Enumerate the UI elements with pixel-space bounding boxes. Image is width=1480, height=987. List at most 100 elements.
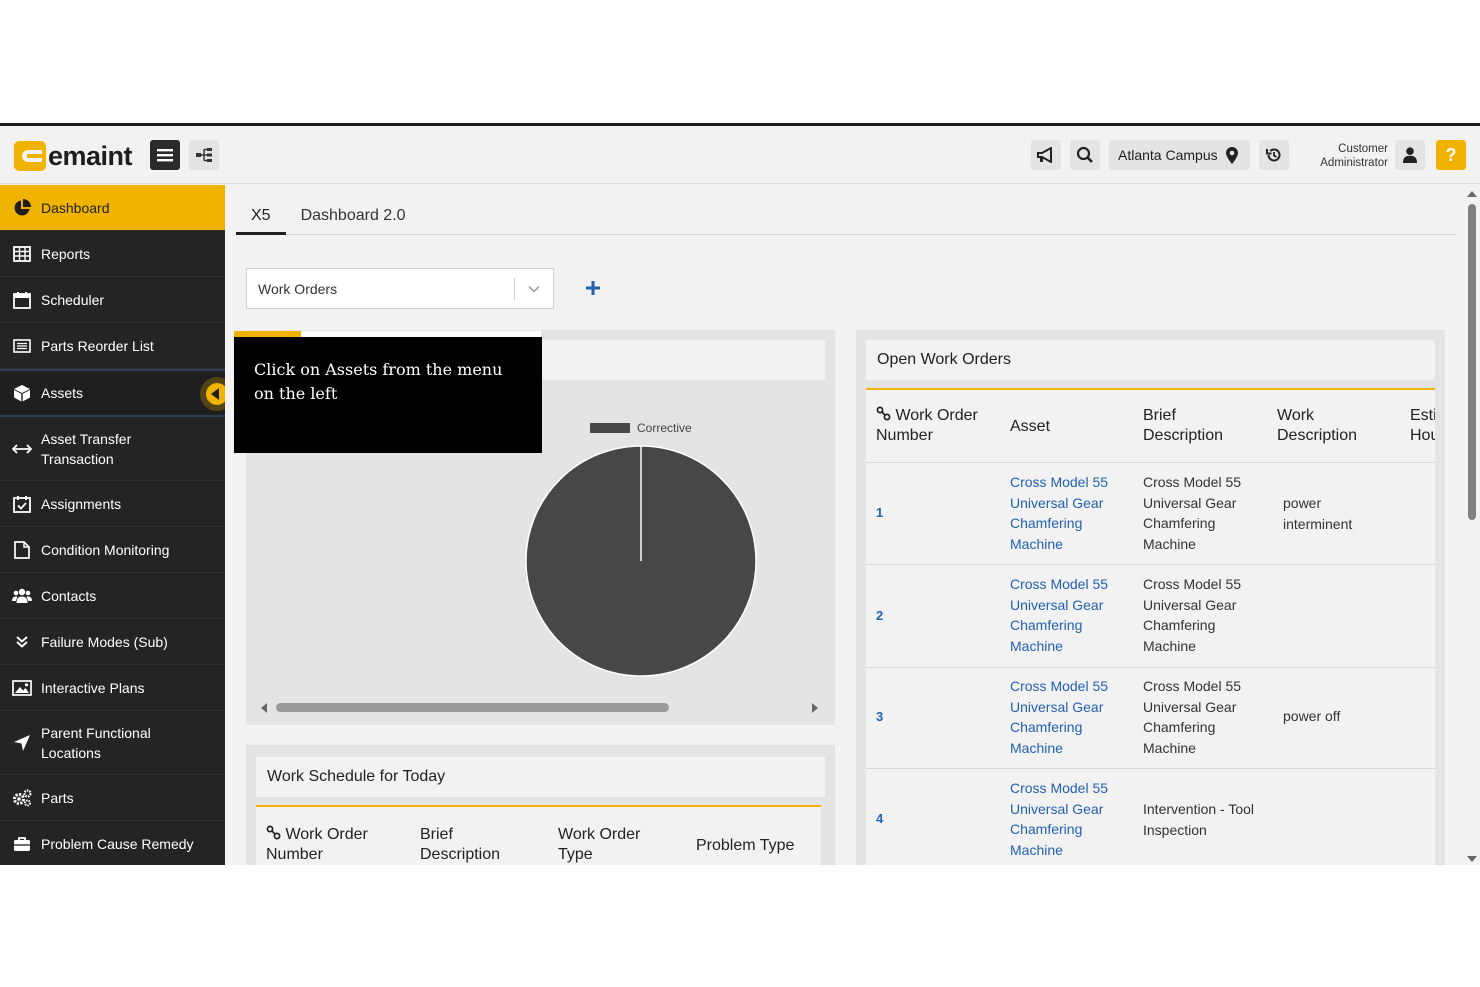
column-header-estimated-hours[interactable]: Esti Hou [1410,406,1435,446]
sidebar-item-label: Condition Monitoring [41,541,170,558]
sidebar-item-failure-modes[interactable]: Failure Modes (Sub) [0,619,225,665]
transfer-arrows-icon [12,439,32,459]
work-schedule-widget: Work Schedule for Today Work Order Numbe… [246,745,835,865]
campus-selector[interactable]: Atlanta Campus [1109,140,1250,170]
users-icon [12,586,32,606]
sidebar-item-label: Dashboard [41,199,110,216]
history-button[interactable] [1259,140,1289,170]
sidebar-item-parts-reorder-list[interactable]: Parts Reorder List [0,323,225,369]
help-button[interactable]: ? [1436,140,1466,170]
sidebar-item-assets[interactable]: Assets [0,369,228,417]
column-header-brief-description[interactable]: Brief Description [420,825,530,865]
sidebar: Dashboard Reports Scheduler Parts Reorde… [0,185,228,865]
user-role: Customer Administrator [1296,142,1388,170]
scroll-left-arrow-icon[interactable] [260,703,268,713]
asset-link[interactable]: Cross Model 55 Universal Gear Chamfering… [1010,676,1122,758]
sidebar-item-reports[interactable]: Reports [0,231,225,277]
table-row[interactable]: 2 Cross Model 55 Universal Gear Chamferi… [866,565,1435,668]
sidebar-item-asset-transfer-transaction[interactable]: Asset Transfer Transaction [0,417,225,481]
column-header-asset[interactable]: Asset [1010,417,1110,437]
sidebar-item-parts[interactable]: Parts [0,775,225,821]
work-order-number-link[interactable]: 3 [876,707,883,728]
table-row[interactable]: 3 Cross Model 55 Universal Gear Chamferi… [866,668,1435,769]
plus-icon [586,281,600,295]
sidebar-item-parent-functional-locations[interactable]: Parent Functional Locations [0,711,225,775]
sidebar-item-interactive-plans[interactable]: Interactive Plans [0,665,225,711]
emaint-logo[interactable]: emaint [14,140,133,172]
tab-dashboard-2[interactable]: Dashboard 2.0 [286,203,421,234]
work-order-number-link[interactable]: 2 [876,606,883,627]
sidebar-item-contacts[interactable]: Contacts [0,573,225,619]
tab-x5[interactable]: X5 [236,203,286,235]
chart-horizontal-scrollbar[interactable] [256,700,825,714]
sidebar-item-label: Assets [41,385,84,401]
search-button[interactable] [1070,140,1100,170]
column-header-label: Work Order Number [266,826,368,863]
sidebar-item-condition-monitoring[interactable]: Condition Monitoring [0,527,225,573]
hierarchy-button[interactable] [189,140,219,170]
column-header-label: Work Order Number [876,407,978,444]
column-header-work-description[interactable]: Work Description [1277,406,1377,446]
list-icon [12,336,32,356]
work-order-number-link[interactable]: 4 [876,809,883,830]
sidebar-item-problem-cause-remedy[interactable]: Problem Cause Remedy [0,821,225,865]
open-work-orders-table: Work Order Number Asset Brief Descriptio… [866,388,1435,865]
sidebar-item-assignments[interactable]: Assignments [0,481,225,527]
asset-link[interactable]: Cross Model 55 Universal Gear Chamfering… [1010,574,1122,656]
brief-description: Cross Model 55 Universal Gear Chamfering… [1143,678,1242,756]
column-header-work-order-number[interactable]: Work Order Number [266,825,406,865]
dashboard-tabs: X5 Dashboard 2.0 [236,203,1456,235]
widget-select[interactable]: Work Orders [246,268,554,309]
column-header-problem-type[interactable]: Problem Type [696,836,816,856]
brief-description: Cross Model 55 Universal Gear Chamfering… [1143,576,1242,654]
work-order-number-link[interactable]: 1 [876,503,883,524]
column-header-work-order-number[interactable]: Work Order Number [876,406,1001,446]
calendar-icon [12,290,32,310]
open-work-orders-widget: Open Work Orders Work Order Number Asset… [856,330,1445,865]
menu-toggle-button[interactable] [150,140,180,170]
page-vertical-scrollbar[interactable] [1465,185,1480,865]
map-pin-icon [1225,146,1238,164]
add-widget-button[interactable] [582,277,604,299]
sitemap-icon [196,148,212,162]
table-header-row: Work Order Number Asset Brief Descriptio… [866,390,1435,463]
calendar-check-icon [12,494,32,514]
scroll-up-arrow-icon[interactable] [1467,190,1477,198]
sidebar-item-label: Problem Cause Remedy [41,835,194,852]
work-schedule-title: Work Schedule for Today [256,757,825,797]
user-profile-button[interactable] [1395,140,1425,170]
logo-mark-icon [14,141,46,171]
help-icon: ? [1445,144,1457,165]
briefcase-icon [12,834,32,854]
asset-link[interactable]: Cross Model 55 Universal Gear Chamfering… [1010,778,1122,860]
sidebar-item-label: Parent Functional Locations [41,724,151,761]
work-schedule-table: Work Order Number Brief Description Work… [256,805,821,865]
scrollbar-thumb[interactable] [1468,204,1476,520]
document-icon [12,540,32,560]
column-header-work-order-type[interactable]: Work Order Type [558,825,668,865]
legend-swatch [590,423,630,433]
scrollbar-thumb[interactable] [276,703,669,712]
column-header-brief-description[interactable]: Brief Description [1143,406,1243,446]
widget-select-value: Work Orders [258,280,338,297]
scroll-right-arrow-icon[interactable] [811,703,819,713]
sidebar-item-label: Parts Reorder List [41,337,154,354]
sidebar-item-label: Assignments [41,495,122,512]
user-icon [1403,147,1417,163]
tour-tooltip: Click on Assets from the menu on the lef… [234,337,542,453]
scroll-down-arrow-icon[interactable] [1467,855,1477,863]
asset-link[interactable]: Cross Model 55 Universal Gear Chamfering… [1010,472,1122,554]
sidebar-item-dashboard[interactable]: Dashboard [0,185,225,231]
app-window: emaint Atlanta Campus Customer Administr… [0,123,1480,865]
table-row[interactable]: 4 Cross Model 55 Universal Gear Chamferi… [866,769,1435,865]
sidebar-item-label: Failure Modes (Sub) [41,633,168,650]
table-icon [12,244,32,264]
logo-text: emaint [48,140,133,171]
campus-label: Atlanta Campus [1118,147,1218,163]
sidebar-item-label: Reports [41,245,91,262]
sidebar-item-scheduler[interactable]: Scheduler [0,277,225,323]
table-row[interactable]: 1 Cross Model 55 Universal Gear Chamferi… [866,463,1435,565]
cube-icon [12,383,32,403]
announcements-button[interactable] [1031,140,1061,170]
sidebar-item-label: Asset Transfer Transaction [41,430,132,467]
